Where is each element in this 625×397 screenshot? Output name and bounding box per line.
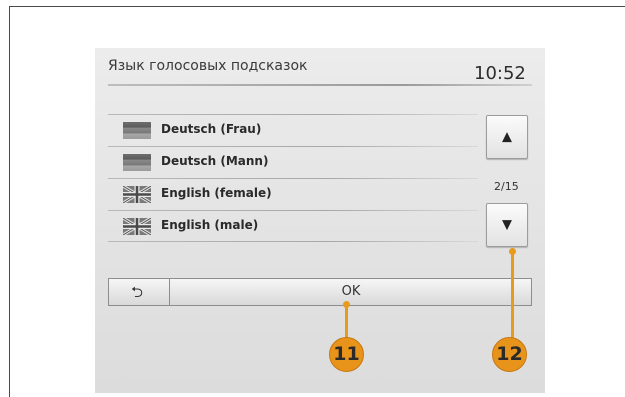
callout-pointer-line (345, 304, 348, 338)
frame-border-top (9, 6, 625, 7)
arrow-up-icon: ▲ (502, 129, 512, 145)
page-title: Язык голосовых подсказок (108, 58, 308, 74)
arrow-down-icon: ▼ (502, 217, 512, 233)
list-item-label: Deutsch (Mann) (161, 154, 269, 168)
row-divider (108, 146, 478, 147)
scroll-down-button[interactable]: ▼ (486, 203, 528, 247)
row-divider (108, 114, 478, 115)
title-divider (108, 84, 532, 86)
list-item[interactable]: English (female) (108, 178, 478, 210)
ok-button[interactable]: OK (170, 279, 532, 305)
row-divider (108, 210, 478, 211)
list-item-label: English (male) (161, 218, 259, 232)
de-flag-icon (123, 154, 151, 171)
back-arrow-icon: ⮌ (131, 283, 144, 301)
page-indicator: 2/15 (494, 180, 519, 193)
row-divider (108, 178, 478, 179)
uk-flag-icon (123, 218, 151, 235)
callout-pointer-line (511, 252, 514, 338)
ok-label: OK (341, 284, 361, 299)
back-button[interactable]: ⮌ (109, 279, 170, 305)
row-divider (108, 241, 478, 242)
list-item-label: English (female) (161, 186, 272, 200)
de-flag-icon (123, 122, 151, 139)
bottom-action-bar: ⮌ OK (108, 278, 532, 306)
scroll-up-button[interactable]: ▲ (486, 115, 528, 159)
callout-badge-11: 11 (329, 337, 364, 372)
frame-border-left (9, 6, 10, 397)
uk-flag-icon (123, 186, 151, 203)
list-item[interactable]: Deutsch (Mann) (108, 146, 478, 178)
list-item-label: Deutsch (Frau) (161, 122, 262, 136)
callout-badge-12: 12 (492, 337, 527, 372)
clock-time: 10:52 (474, 63, 526, 84)
list-item[interactable]: Deutsch (Frau) (108, 114, 478, 146)
list-item[interactable]: English (male) (108, 210, 478, 242)
